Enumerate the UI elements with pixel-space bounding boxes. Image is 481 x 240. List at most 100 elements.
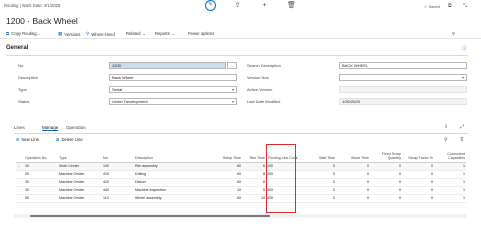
cell-wait-time[interactable]: 0 [300,194,336,203]
edit-icon[interactable]: ✎ [205,0,216,11]
cell-wait-time[interactable]: 0 [300,162,336,171]
cell-move-time[interactable]: 0 [336,178,370,187]
cell-fixed-scrap-quantity[interactable]: 0 [370,186,402,195]
cell-run-time[interactable]: 10 [242,194,266,203]
column-header-description[interactable]: Description [134,146,206,163]
table-row[interactable]: 50 Machine Center 110 Wheel assembly 60 … [16,194,466,203]
cell-move-time[interactable]: 0 [336,194,370,203]
filter-icon[interactable]: ⊽ [460,137,464,143]
column-header-fixed-scrap-quantity[interactable]: Fixed Scrap Quantity [370,146,402,163]
cell-no[interactable]: 410 [102,170,134,179]
cell-setup-time[interactable]: 60 [206,162,242,171]
column-header-operation-no[interactable]: Operation No. [24,146,58,163]
table-row[interactable]: 30 Machine Center 420 Deburr 60 8 0 0 0 … [16,178,466,187]
column-header-run-time[interactable]: Run Time [242,146,266,163]
search-description-field[interactable]: BACK WHEEL [339,62,467,69]
cell-concurrent-capacities[interactable]: 1 [434,194,466,203]
cell-description[interactable]: Deburr [134,178,206,187]
delete-icon[interactable]: 🗑 [286,0,297,11]
cell-move-time[interactable]: 0 [336,186,370,195]
cell-no[interactable]: 440 [102,186,134,195]
cell-scrap-factor[interactable]: 0 [402,162,434,171]
column-header-no[interactable]: No. [102,146,134,163]
cell-scrap-factor[interactable]: 0 [402,170,434,179]
where-used-button[interactable]: ⚲ Where-Used [86,31,115,37]
table-row[interactable]: 20 Machine Center 410 Drilling 60 8 200 … [16,170,466,179]
cell-run-time[interactable]: 6 [242,162,266,171]
column-header-move-time[interactable]: Move Time [336,146,370,163]
expand-icon[interactable]: ⤢ [460,124,464,130]
version-nos-dropdown[interactable] [339,74,467,81]
cell-move-time[interactable]: 0 [336,162,370,171]
cell-operation-no[interactable]: 40 [24,186,58,195]
cell-operation-no[interactable]: 20 [24,170,58,179]
cell-type[interactable]: Machine Center [58,186,102,195]
collapse-icon[interactable]: ⤡ [463,3,467,9]
cell-concurrent-capacities[interactable]: 1 [434,170,466,179]
scrollbar-thumb[interactable] [30,215,270,217]
type-dropdown[interactable]: Serial [109,86,237,93]
cell-setup-time[interactable]: 60 [206,170,242,179]
tab-operation[interactable]: Operation [66,125,86,130]
cell-no[interactable]: 110 [102,194,134,203]
delete-line-button[interactable]: ⊠ Delete Line [56,137,83,142]
cell-run-time[interactable]: 8 [242,178,266,187]
cell-run-time[interactable]: 8 [242,170,266,179]
search-icon[interactable]: ⚲ [444,137,448,143]
cell-no[interactable]: 100 [102,162,134,171]
description-field[interactable]: Back Wheel [109,74,237,81]
cell-type[interactable]: Work Center [58,162,102,171]
add-icon[interactable]: + [259,0,270,11]
column-header-type[interactable]: Type [58,146,102,163]
column-header-setup-time[interactable]: Setup Time [206,146,242,163]
column-header-wait-time[interactable]: Wait Time [300,146,336,163]
assist-edit-button[interactable]: … [227,62,237,69]
tab-lines[interactable]: Lines [14,125,25,130]
tab-manage[interactable]: Manage [42,125,59,131]
status-dropdown[interactable]: Under Development [109,98,237,105]
cell-wait-time[interactable]: 0 [300,178,336,187]
cell-fixed-scrap-quantity[interactable]: 0 [370,162,402,171]
cell-description[interactable]: Drilling [134,170,206,179]
cell-no[interactable]: 420 [102,178,134,187]
cell-description[interactable]: Wheel assembly [134,194,206,203]
cell-concurrent-capacities[interactable]: 1 [434,162,466,171]
table-row[interactable]: 40 Machine Center 440 Machine inspection… [16,186,466,195]
cell-description[interactable]: Rim assembly [134,162,206,171]
cell-setup-time[interactable]: 60 [206,194,242,203]
new-line-button[interactable]: ⊞ New Line [16,137,39,142]
cell-fixed-scrap-quantity[interactable]: 0 [370,194,402,203]
column-header-scrap-factor[interactable]: Scrap Factor % [402,146,434,163]
no-field[interactable]: 1200 [109,62,226,69]
pin-icon[interactable]: ⚲ [452,31,455,36]
cell-scrap-factor[interactable]: 0 [402,194,434,203]
open-new-window-icon[interactable]: ⧉ [448,3,452,9]
column-header-concurrent-capacities[interactable]: Concurrent Capacities [434,146,466,163]
cell-wait-time[interactable]: 0 [300,186,336,195]
share-icon[interactable]: ⇪ [444,124,448,130]
cell-scrap-factor[interactable]: 0 [402,178,434,187]
cell-operation-no[interactable]: 50 [24,194,58,203]
cell-concurrent-capacities[interactable]: 1 [434,178,466,187]
cell-description[interactable]: Machine inspection [134,186,206,195]
cell-operation-no[interactable]: 10 [24,162,58,171]
info-icon[interactable]: ⓘ [462,45,467,52]
table-row[interactable]: → 10 Work Center 100 Rim assembly 60 6 1… [16,162,466,171]
cell-setup-time[interactable]: 10 [206,186,242,195]
cell-move-time[interactable]: 0 [336,170,370,179]
cell-setup-time[interactable]: 60 [206,178,242,187]
cell-fixed-scrap-quantity[interactable]: 0 [370,178,402,187]
related-menu[interactable]: Related ⌄ [126,31,146,36]
cell-concurrent-capacities[interactable]: 1 [434,186,466,195]
cell-run-time[interactable]: 5 [242,186,266,195]
reports-menu[interactable]: Reports ⌄ [155,31,175,36]
cell-operation-no[interactable]: 30 [24,178,58,187]
cell-fixed-scrap-quantity[interactable]: 0 [370,170,402,179]
cell-type[interactable]: Machine Center [58,178,102,187]
cell-type[interactable]: Machine Center [58,194,102,203]
cell-wait-time[interactable]: 0 [300,170,336,179]
fewer-options-button[interactable]: Fewer options [188,31,214,36]
share-icon[interactable]: ⇪ [232,0,243,11]
cell-type[interactable]: Machine Center [58,170,102,179]
versions-button[interactable]: ▦ Versions [58,31,80,37]
